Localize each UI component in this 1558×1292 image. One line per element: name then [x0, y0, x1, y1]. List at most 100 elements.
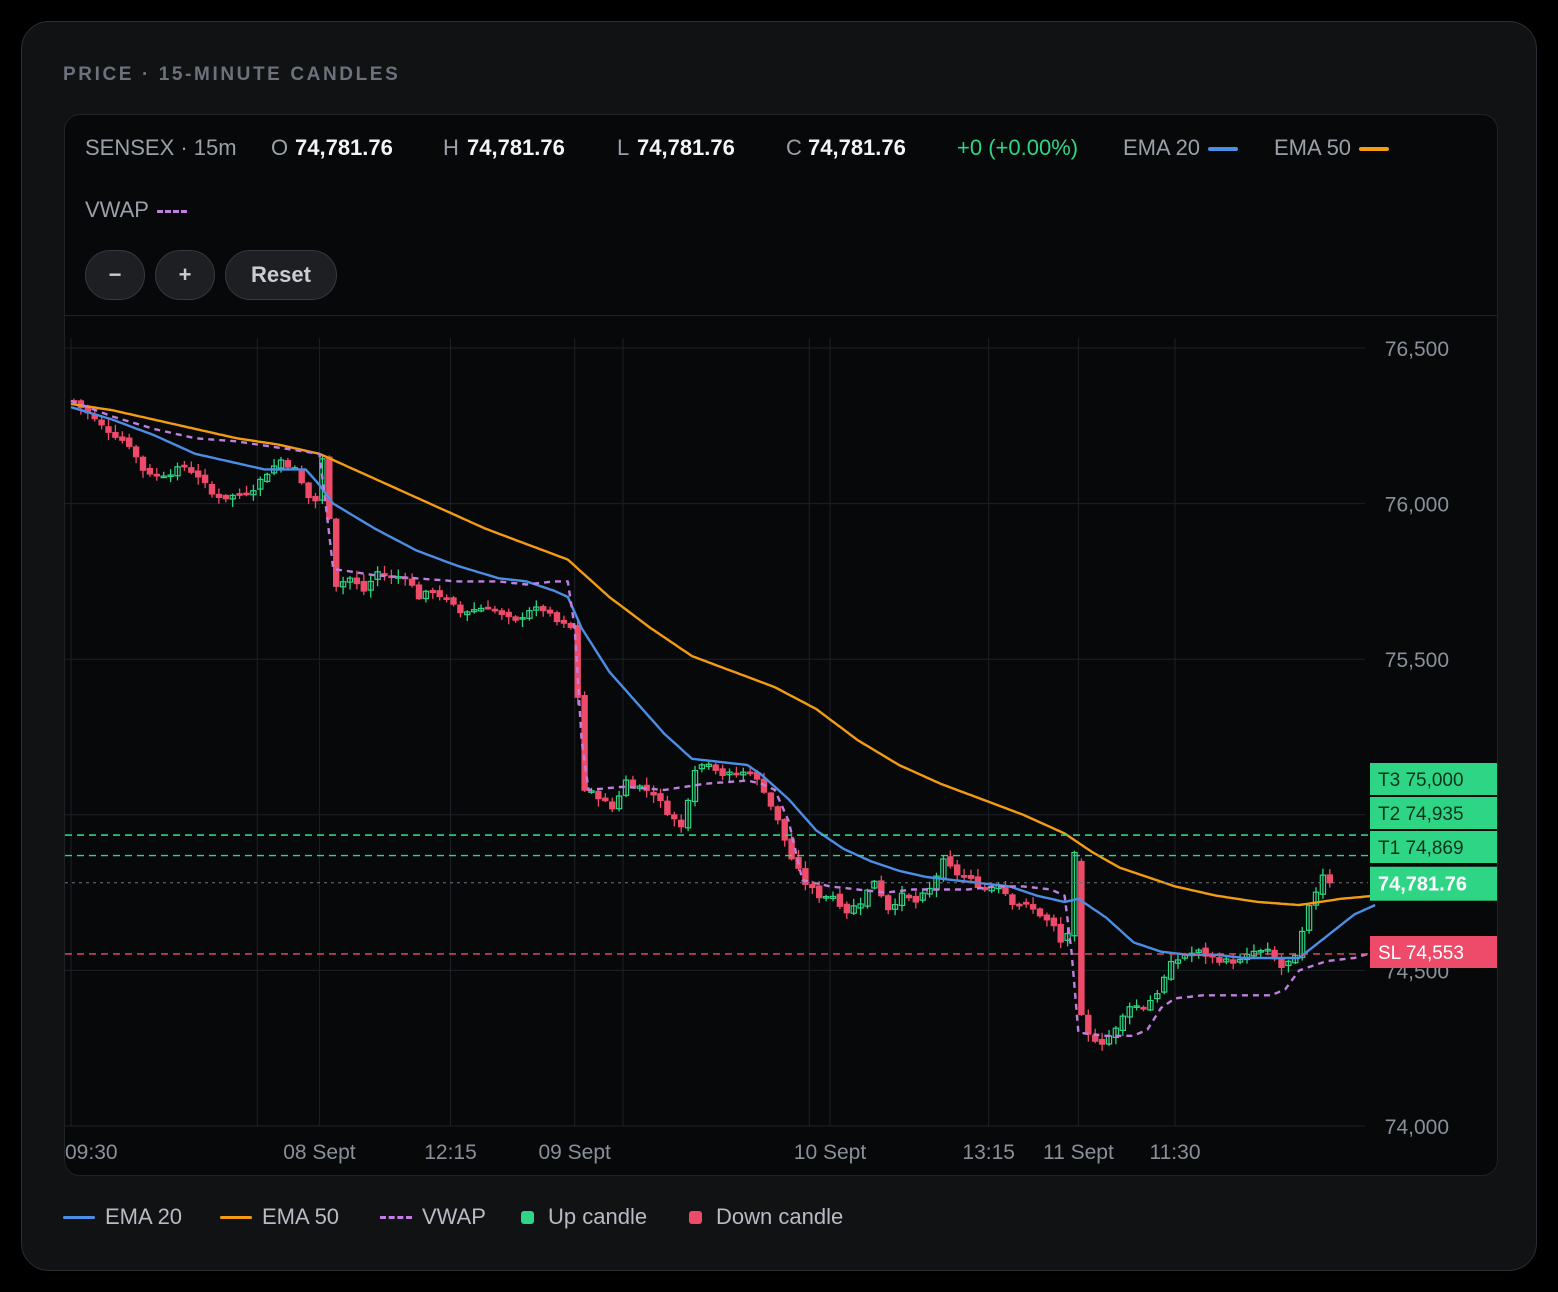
- down-candle: [408, 578, 416, 586]
- ema20-line: [70, 405, 1376, 960]
- down-candle: [484, 606, 492, 610]
- down-candle: [457, 604, 464, 614]
- down-candle: [581, 695, 588, 791]
- down-candle: [1278, 958, 1285, 968]
- down-candle: [1043, 914, 1051, 921]
- down-candle: [298, 468, 305, 484]
- down-candle: [208, 484, 216, 495]
- down-candle: [312, 495, 319, 502]
- down-candle: [119, 436, 126, 441]
- candlestick-chart[interactable]: 74,00074,50075,50076,00076,50009:30 08 Se…: [65, 115, 1497, 1175]
- down-candle: [912, 895, 920, 903]
- down-candle: [746, 771, 754, 775]
- vwap-line: [70, 399, 1376, 1037]
- target-label: T1 74,869: [1378, 838, 1464, 859]
- down-candle: [201, 474, 209, 484]
- down-candle: [491, 608, 499, 612]
- legend-down-candle: Down candle: [689, 1204, 843, 1230]
- down-candle: [1057, 923, 1064, 943]
- down-candle: [809, 884, 816, 889]
- down-candle: [608, 801, 616, 810]
- stop-loss-label: SL 74,553: [1378, 943, 1464, 964]
- down-candle: [815, 885, 823, 899]
- section-title: PRICE · 15-MINUTE CANDLES: [63, 64, 401, 85]
- legend-vwap: VWAP: [380, 1204, 486, 1230]
- x-tick-label: 08 Sept: [283, 1141, 356, 1164]
- down-candle: [953, 864, 961, 876]
- down-candle: [1091, 1034, 1099, 1042]
- down-candle: [947, 856, 954, 867]
- x-tick-label: 13:15: [962, 1141, 1015, 1164]
- down-candle: [1098, 1039, 1106, 1045]
- down-candle: [1229, 959, 1237, 964]
- down-candle: [657, 793, 664, 802]
- x-tick-label: 09 Sept: [538, 1141, 611, 1164]
- target-label: T2 74,935: [1378, 804, 1464, 825]
- y-tick-label: 76,000: [1385, 494, 1449, 517]
- x-tick-label: 10 Sept: [794, 1141, 867, 1164]
- down-candle: [1002, 886, 1009, 895]
- chart-panel: SENSEX · 15m O 74,781.76 H 74,781.76 L 7…: [64, 114, 1498, 1176]
- down-candle: [125, 437, 133, 447]
- down-candle: [540, 606, 547, 612]
- down-candle: [629, 779, 637, 788]
- down-candle: [333, 518, 340, 587]
- down-candle: [132, 446, 140, 458]
- down-candle: [843, 903, 851, 914]
- y-tick-label: 76,500: [1385, 338, 1449, 361]
- down-candle: [1326, 874, 1333, 884]
- down-candle: [650, 791, 657, 796]
- down-candle: [767, 792, 775, 807]
- down-candle: [1022, 901, 1030, 905]
- legend-ema50: EMA 50: [220, 1204, 339, 1230]
- legend-vwap-dash-icon: [380, 1215, 412, 1219]
- down-candle: [546, 609, 554, 614]
- down-candle: [450, 597, 457, 605]
- last-price-label: 74,781.76: [1378, 874, 1467, 896]
- down-candle: [429, 589, 437, 594]
- x-tick-label: 11:30: [1150, 1141, 1201, 1164]
- down-candle: [712, 764, 719, 771]
- down-candle: [305, 482, 312, 499]
- down-candle: [781, 818, 788, 841]
- down-candle: [146, 467, 154, 475]
- y-tick-label: 74,000: [1385, 1116, 1449, 1139]
- down-candle: [353, 577, 361, 585]
- down-candle: [215, 493, 223, 499]
- down-candle: [498, 610, 506, 615]
- down-candle: [1016, 903, 1023, 907]
- x-tick-label: 12:15: [424, 1141, 477, 1164]
- legend-ema50-line-icon: [220, 1215, 252, 1219]
- down-candle: [505, 611, 512, 618]
- down-candle: [1009, 894, 1016, 905]
- down-candle: [284, 460, 292, 468]
- target-label: T3 75,000: [1378, 770, 1464, 791]
- down-candle: [112, 431, 119, 438]
- down-candle: [153, 473, 160, 477]
- down-candle: [195, 470, 202, 478]
- down-candle: [960, 875, 968, 878]
- down-candle: [602, 797, 609, 802]
- down-candle: [733, 772, 740, 776]
- y-tick-label: 75,500: [1385, 649, 1449, 672]
- legend-down-dot-icon: [689, 1210, 702, 1224]
- down-candle: [1050, 917, 1058, 927]
- legend-ema20: EMA 20: [63, 1204, 182, 1230]
- down-candle: [774, 806, 782, 821]
- down-candle: [836, 893, 844, 907]
- down-candle: [905, 894, 913, 899]
- down-candle: [1078, 860, 1085, 1016]
- down-candle: [105, 426, 112, 433]
- down-candle: [436, 590, 443, 598]
- down-candle: [664, 800, 671, 815]
- down-candle: [243, 492, 250, 496]
- down-candle: [884, 895, 892, 911]
- price-chart-card: PRICE · 15-MINUTE CANDLES SENSEX · 15m O…: [21, 21, 1537, 1271]
- down-candle: [1085, 1014, 1092, 1035]
- down-candle: [512, 616, 519, 621]
- down-candle: [326, 456, 333, 520]
- down-candle: [222, 494, 229, 500]
- down-candle: [181, 464, 188, 468]
- down-candle: [360, 580, 368, 592]
- down-candle: [567, 623, 575, 629]
